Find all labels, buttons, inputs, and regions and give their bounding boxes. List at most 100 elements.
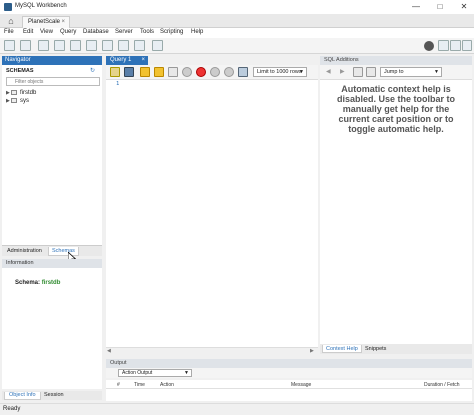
menu-view[interactable]: View <box>40 29 53 35</box>
column-header-action[interactable]: Action <box>160 382 174 388</box>
execute-current-icon[interactable] <box>154 67 164 77</box>
jump-to-select[interactable]: Jump to ▼ <box>380 67 442 77</box>
stop-icon[interactable] <box>182 67 192 77</box>
limit-rows-value: Limit to 1000 rows <box>257 69 302 75</box>
horizontal-scrollbar[interactable]: ◀ ▶ <box>106 347 318 354</box>
connection-tab-bar: ⌂ PlanetScale × <box>0 14 474 28</box>
schema-info-value: firstdb <box>41 280 61 286</box>
schema-item-sys[interactable]: ▶ sys <box>6 98 29 104</box>
create-schema-icon[interactable] <box>54 40 65 51</box>
create-table-icon[interactable] <box>70 40 81 51</box>
output-toolbar: Action Output ▼ <box>106 368 472 378</box>
minimize-icon[interactable]: — <box>408 1 424 13</box>
rollback-icon[interactable] <box>224 67 234 77</box>
schema-item-firstdb[interactable]: ▶ firstdb <box>6 90 36 96</box>
column-header-number[interactable]: # <box>117 382 120 388</box>
output-mode-select[interactable]: Action Output ▼ <box>118 369 192 377</box>
query-tab[interactable]: Query 1 × <box>106 56 148 65</box>
forward-icon[interactable]: ▶ <box>340 68 345 75</box>
explain-icon[interactable] <box>168 67 178 77</box>
column-header-duration[interactable]: Duration / Fetch <box>424 382 460 388</box>
schema-info: Schema: firstdb <box>15 280 60 286</box>
filter-input[interactable] <box>7 78 99 85</box>
sql-additions-header: SQL Additions <box>320 56 472 65</box>
create-procedure-icon[interactable] <box>102 40 113 51</box>
jump-to-label: Jump to <box>384 69 404 75</box>
maximize-icon[interactable]: □ <box>432 1 448 13</box>
settings-gear-icon[interactable] <box>424 41 434 51</box>
open-inspector-icon[interactable] <box>38 40 49 51</box>
commit-icon[interactable] <box>210 67 220 77</box>
schema-name: sys <box>20 98 29 104</box>
information-header: Information <box>2 259 102 268</box>
information-tabs: Object Info Session <box>2 391 102 400</box>
home-icon[interactable]: ⌂ <box>5 16 17 26</box>
output-table <box>106 389 472 401</box>
output-column-headers: # Time Action Message Duration / Fetch <box>106 380 472 389</box>
menu-server[interactable]: Server <box>115 29 133 35</box>
scroll-right-icon[interactable]: ▶ <box>310 348 314 354</box>
create-function-icon[interactable] <box>118 40 129 51</box>
menu-query[interactable]: Query <box>60 29 76 35</box>
limit-rows-select[interactable]: Limit to 1000 rows ▼ <box>253 67 307 77</box>
open-sql-script-icon[interactable] <box>20 40 31 51</box>
autocommit-icon[interactable] <box>238 67 248 77</box>
editor-toolbar: Limit to 1000 rows ▼ <box>106 65 318 80</box>
back-icon[interactable]: ◀ <box>326 68 331 75</box>
chevron-down-icon: ▼ <box>184 370 189 376</box>
search-table-data-icon[interactable] <box>134 40 145 51</box>
query-tab-label: Query 1 <box>110 57 132 63</box>
main-toolbar <box>0 38 474 54</box>
close-query-tab-icon[interactable]: × <box>141 57 145 63</box>
tab-snippets[interactable]: Snippets <box>362 345 389 353</box>
sql-editor[interactable]: 1 <box>106 80 318 347</box>
create-view-icon[interactable] <box>86 40 97 51</box>
line-number: 1 <box>116 81 120 87</box>
navigator-header: Navigator <box>2 56 102 65</box>
menu-tools[interactable]: Tools <box>140 29 154 35</box>
save-icon[interactable] <box>124 67 134 77</box>
output-mode-value: Action Output <box>122 370 153 376</box>
new-sql-tab-icon[interactable] <box>4 40 15 51</box>
menu-help[interactable]: Help <box>191 29 203 35</box>
menu-edit[interactable]: Edit <box>23 29 33 35</box>
toggle-error-stop-icon[interactable] <box>196 67 206 77</box>
app-logo-icon <box>4 3 12 11</box>
title-bar: MySQL Workbench — □ ✕ <box>0 0 474 14</box>
close-tab-icon[interactable]: × <box>61 19 65 25</box>
tab-context-help[interactable]: Context Help <box>322 345 362 353</box>
navigator-tabs: Administration Schemas <box>2 245 102 256</box>
toggle-sidebar-icon[interactable] <box>438 40 449 51</box>
schemas-label: SCHEMAS <box>6 68 34 74</box>
menu-file[interactable]: File <box>4 29 14 35</box>
close-icon[interactable]: ✕ <box>456 1 472 13</box>
menu-database[interactable]: Database <box>83 29 109 35</box>
execute-icon[interactable] <box>140 67 150 77</box>
menu-bar: File Edit View Query Database Server Too… <box>0 28 474 38</box>
context-help-area: Automatic context help is disabled. Use … <box>320 80 472 344</box>
toggle-auto-help-icon[interactable] <box>366 67 376 77</box>
line-gutter: 1 <box>106 80 124 347</box>
connection-tab-label: PlanetScale <box>28 19 61 25</box>
window-title: MySQL Workbench <box>15 3 67 9</box>
tab-administration[interactable]: Administration <box>4 247 45 256</box>
chevron-down-icon: ▼ <box>434 69 439 75</box>
column-header-message[interactable]: Message <box>291 382 311 388</box>
schemas-panel: SCHEMAS ↻ ▶firstdb ▶sys <box>2 65 102 245</box>
connection-tab[interactable]: PlanetScale × <box>22 16 70 28</box>
open-file-icon[interactable] <box>110 67 120 77</box>
column-header-time[interactable]: Time <box>134 382 145 388</box>
reconnect-icon[interactable] <box>152 40 163 51</box>
tab-object-info[interactable]: Object Info <box>4 392 41 400</box>
toggle-output-icon[interactable] <box>450 40 461 51</box>
status-text: Ready <box>3 406 21 412</box>
scroll-left-icon[interactable]: ◀ <box>107 348 111 354</box>
context-help-text: Automatic context help is disabled. Use … <box>336 84 455 134</box>
refresh-icon[interactable]: ↻ <box>90 67 95 74</box>
filter-field[interactable] <box>6 77 100 86</box>
menu-scripting[interactable]: Scripting <box>160 29 183 35</box>
output-header: Output <box>106 359 472 368</box>
tab-session[interactable]: Session <box>40 392 68 400</box>
toggle-secondary-sidebar-icon[interactable] <box>462 40 472 51</box>
manual-help-icon[interactable] <box>353 67 363 77</box>
